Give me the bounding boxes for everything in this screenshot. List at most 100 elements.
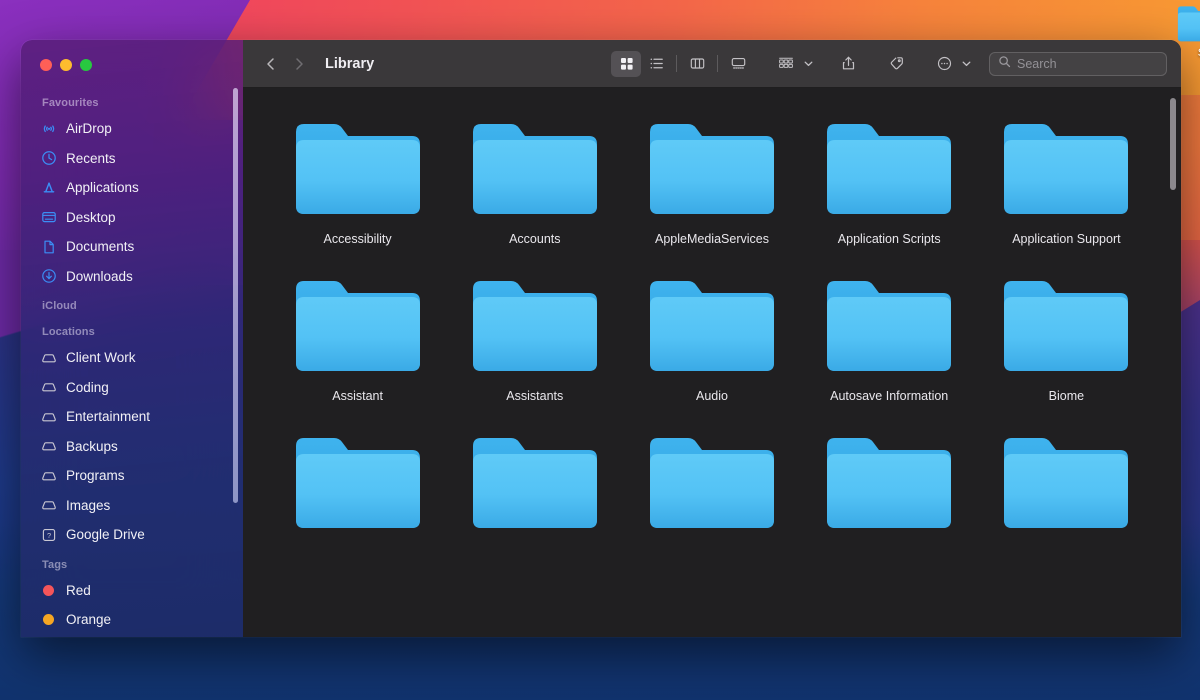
sidebar: Favourites AirDrop Recents Applications … xyxy=(21,40,243,637)
sidebar-item-google-drive[interactable]: ? Google Drive xyxy=(21,520,243,550)
file-item[interactable] xyxy=(269,432,446,547)
file-label: AppleMediaServices xyxy=(655,232,769,246)
file-item[interactable] xyxy=(978,432,1155,547)
folder-icon xyxy=(1000,275,1132,378)
file-grid-area[interactable]: Accessibility Accounts AppleMediaService… xyxy=(243,88,1181,637)
more-options-button[interactable] xyxy=(929,51,959,77)
file-item[interactable]: Application Support xyxy=(978,118,1155,247)
drive-icon xyxy=(40,467,57,484)
folder-icon xyxy=(469,432,601,535)
folder-icon xyxy=(469,118,601,221)
sidebar-section-tags: Tags xyxy=(42,558,68,571)
file-label xyxy=(530,545,540,547)
toolbar-divider xyxy=(676,55,677,72)
file-label: Accessibility xyxy=(323,232,392,246)
file-item[interactable]: Assistants xyxy=(446,275,623,404)
desktop-item-label: Scr xyxy=(1176,47,1200,59)
sidebar-item-backups[interactable]: Backups xyxy=(21,432,243,462)
sidebar-item-entertainment[interactable]: Entertainment xyxy=(21,402,243,432)
file-label: Application Support xyxy=(1012,232,1121,246)
file-item[interactable] xyxy=(623,432,800,547)
sidebar-item-tag-orange[interactable]: Orange xyxy=(21,605,243,635)
drive-icon xyxy=(40,497,57,514)
unknown-volume-icon: ? xyxy=(40,526,57,543)
sidebar-item-recents[interactable]: Recents xyxy=(21,144,243,174)
sidebar-item-label: Client Work xyxy=(66,350,136,366)
chevron-down-icon[interactable] xyxy=(959,58,973,69)
tag-icon[interactable] xyxy=(881,51,911,77)
chevron-down-icon[interactable] xyxy=(801,58,815,69)
sidebar-item-label: Documents xyxy=(66,239,135,255)
page-title: Library xyxy=(325,55,375,72)
drive-icon xyxy=(40,408,57,425)
sidebar-item-programs[interactable]: Programs xyxy=(21,461,243,491)
desktop-icon xyxy=(40,209,57,226)
folder-icon xyxy=(646,432,778,535)
sidebar-item-tag-red[interactable]: Red xyxy=(21,576,243,606)
gallery-view-button[interactable] xyxy=(723,51,753,77)
list-view-button[interactable] xyxy=(641,51,671,77)
desktop-item-screenshots[interactable]: Scr xyxy=(1176,4,1200,59)
sidebar-item-documents[interactable]: Documents xyxy=(21,232,243,262)
content-scrollbar[interactable] xyxy=(1170,98,1176,190)
sidebar-item-downloads[interactable]: Downloads xyxy=(21,262,243,292)
more-options-group[interactable] xyxy=(929,51,973,77)
file-item[interactable]: AppleMediaServices xyxy=(623,118,800,247)
sidebar-section-locations: Locations xyxy=(42,326,95,338)
sidebar-item-label: Red xyxy=(66,582,91,598)
sidebar-item-label: Applications xyxy=(66,180,139,196)
folder-icon xyxy=(1000,432,1132,535)
folder-icon xyxy=(292,275,424,378)
sidebar-item-label: Images xyxy=(66,497,111,513)
group-by-button[interactable] xyxy=(771,51,801,77)
sidebar-item-desktop[interactable]: Desktop xyxy=(21,203,243,233)
column-view-button[interactable] xyxy=(682,51,712,77)
icon-view-button[interactable] xyxy=(611,50,641,77)
maximize-button[interactable] xyxy=(80,59,92,71)
main-pane: Library Search Accessibility Accounts Ap… xyxy=(243,40,1181,637)
sidebar-item-label: Google Drive xyxy=(66,527,145,543)
sidebar-item-coding[interactable]: Coding xyxy=(21,373,243,403)
minimize-button[interactable] xyxy=(60,59,72,71)
sidebar-item-label: AirDrop xyxy=(66,121,112,137)
clock-icon xyxy=(40,150,57,167)
file-item[interactable] xyxy=(446,432,623,547)
search-placeholder: Search xyxy=(1017,56,1057,71)
sidebar-scrollbar[interactable] xyxy=(233,88,238,503)
file-item[interactable]: Application Scripts xyxy=(801,118,978,247)
forward-button[interactable] xyxy=(285,50,313,78)
toolbar: Library Search xyxy=(243,40,1181,88)
file-label: Biome xyxy=(1048,389,1085,403)
folder-icon xyxy=(1176,4,1200,44)
desktop: Scr Favourites AirDrop xyxy=(0,0,1200,700)
close-button[interactable] xyxy=(40,59,52,71)
sidebar-item-client-work[interactable]: Client Work xyxy=(21,343,243,373)
drive-icon xyxy=(40,438,57,455)
file-item[interactable] xyxy=(801,432,978,547)
file-item[interactable]: Assistant xyxy=(269,275,446,404)
sidebar-section-icloud: iCloud xyxy=(42,300,77,312)
file-item[interactable]: Biome xyxy=(978,275,1155,404)
file-label: Autosave Information xyxy=(830,389,949,403)
file-item[interactable]: Autosave Information xyxy=(801,275,978,404)
airdrop-icon xyxy=(40,120,57,137)
file-label: Assistant xyxy=(332,389,383,403)
sidebar-item-airdrop[interactable]: AirDrop xyxy=(21,114,243,144)
file-label xyxy=(1061,545,1071,547)
folder-icon xyxy=(823,275,955,378)
search-input[interactable]: Search xyxy=(989,51,1167,76)
sidebar-item-label: Recents xyxy=(66,150,116,166)
sidebar-item-images[interactable]: Images xyxy=(21,491,243,521)
back-button[interactable] xyxy=(257,50,285,78)
sidebar-item-applications[interactable]: Applications xyxy=(21,173,243,203)
document-icon xyxy=(40,238,57,255)
file-item[interactable]: Accessibility xyxy=(269,118,446,247)
file-item[interactable]: Audio xyxy=(623,275,800,404)
folder-icon xyxy=(823,118,955,221)
group-by-group[interactable] xyxy=(771,51,815,77)
file-label: Audio xyxy=(696,389,728,403)
file-item[interactable]: Accounts xyxy=(446,118,623,247)
file-label xyxy=(884,545,894,547)
file-label: Assistants xyxy=(506,389,564,403)
share-button[interactable] xyxy=(833,51,863,77)
